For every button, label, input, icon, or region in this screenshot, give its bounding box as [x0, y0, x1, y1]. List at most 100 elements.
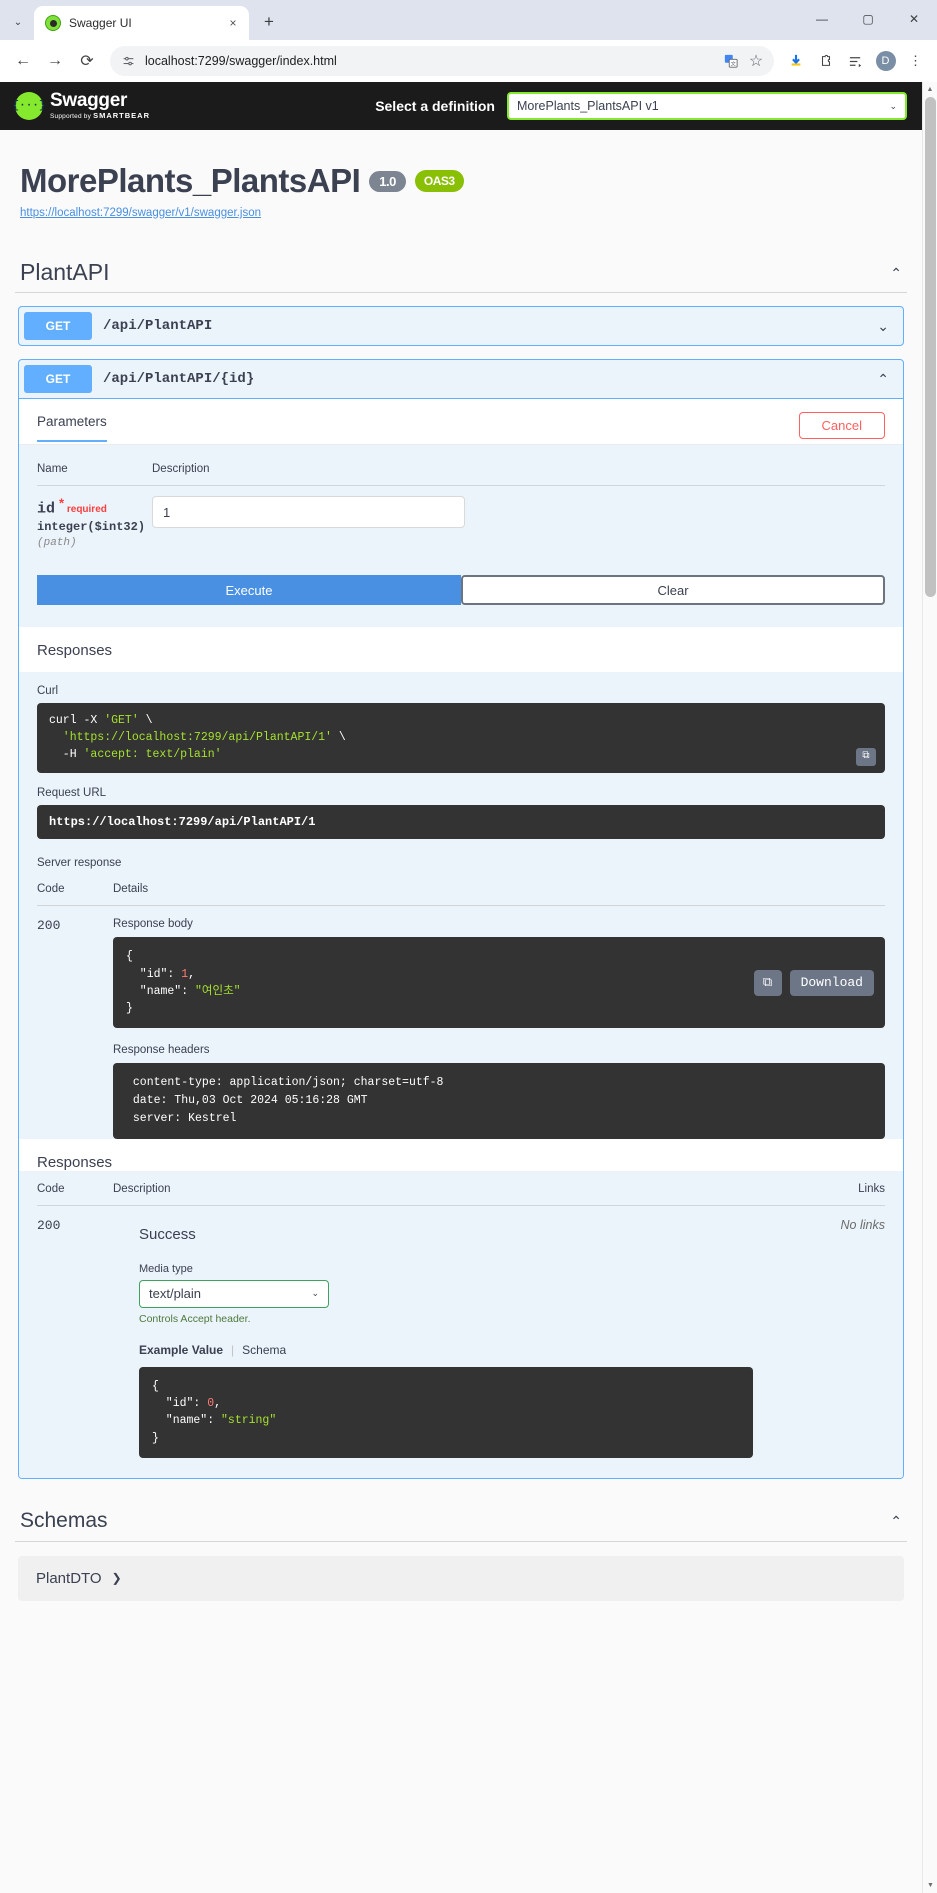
- spec-url-link[interactable]: https://localhost:7299/swagger/v1/swagge…: [20, 207, 902, 219]
- tab-strip: ⌄ Swagger UI × + — ▢ ✕: [0, 0, 937, 40]
- bookmark-star-icon[interactable]: ☆: [748, 53, 764, 70]
- live-response: Curl curl -X 'GET' \ 'https://localhost:…: [19, 672, 903, 1139]
- swagger-logo[interactable]: {···} Swagger Supported by SMARTBEAR: [13, 90, 150, 121]
- param-location: (path): [37, 537, 77, 550]
- copy-icon[interactable]: ⧉: [753, 969, 782, 996]
- api-title-text: MorePlants_PlantsAPI: [20, 162, 361, 199]
- media-type-hint: Controls Accept header.: [139, 1312, 251, 1325]
- back-button[interactable]: ←: [8, 46, 38, 76]
- select-definition-label: Select a definition: [375, 98, 495, 114]
- schemas-section: Schemas ⌃ PlantDTO ❯: [15, 1509, 907, 1601]
- swagger-favicon-icon: [45, 15, 61, 31]
- tag-name: PlantAPI: [20, 259, 110, 285]
- execute-button[interactable]: Execute: [37, 575, 461, 606]
- minimize-button[interactable]: —: [799, 0, 845, 38]
- page-scrollbar[interactable]: ▲ ▼: [922, 82, 937, 1893]
- new-tab-button[interactable]: +: [255, 8, 283, 36]
- window-close-button[interactable]: ✕: [891, 0, 937, 38]
- version-badge: 1.0: [369, 170, 406, 192]
- tab-parameters[interactable]: Parameters: [37, 414, 107, 442]
- chevron-up-icon[interactable]: ⌃: [890, 266, 902, 280]
- download-button[interactable]: Download: [789, 969, 874, 996]
- responses-heading-2: Responses: [37, 1153, 113, 1171]
- http-method-badge: GET: [24, 312, 92, 340]
- schemas-title: Schemas: [20, 1508, 108, 1532]
- definition-select[interactable]: MorePlants_PlantsAPI v1 ⌄: [507, 92, 907, 120]
- schema-model-plantdto[interactable]: PlantDTO ❯: [18, 1555, 904, 1601]
- media-type-select[interactable]: text/plain ⌄: [139, 1279, 329, 1308]
- copy-icon[interactable]: ⧉: [856, 748, 876, 767]
- response-headers-section: Response headers content-type: applicati…: [113, 1044, 885, 1139]
- tab-schema[interactable]: Schema: [242, 1343, 286, 1357]
- curl-label: Curl: [37, 685, 59, 698]
- swagger-logo-icon: {···}: [13, 92, 46, 120]
- profile-avatar[interactable]: D: [872, 48, 899, 75]
- tag-header[interactable]: PlantAPI ⌃: [15, 259, 907, 293]
- swagger-logo-text: Swagger: [50, 90, 128, 112]
- response-body-actions: ⧉ Download: [753, 969, 874, 996]
- param-id-input[interactable]: [152, 496, 465, 528]
- responses-title-bar: Responses: [19, 627, 903, 673]
- media-type-value: text/plain: [149, 1286, 202, 1302]
- swagger-page: {···} Swagger Supported by SMARTBEAR Sel…: [0, 82, 922, 1893]
- scroll-up-arrow[interactable]: ▲: [923, 82, 937, 97]
- chevron-up-icon[interactable]: ⌃: [877, 371, 889, 388]
- browser-menu-icon[interactable]: ⋮: [902, 48, 929, 75]
- parameters-table: Name Description id * required integer($…: [37, 457, 885, 565]
- param-meta-cell: id * required integer($int32) (path): [37, 486, 152, 566]
- extensions-icon[interactable]: [812, 48, 839, 75]
- chevron-down-icon[interactable]: ⌄: [877, 318, 889, 335]
- reading-list-icon[interactable]: [842, 48, 869, 75]
- curl-line-2: 'https://localhost:7299/api/PlantAPI/1': [49, 731, 332, 744]
- operation-summary[interactable]: GET /api/PlantAPI/{id} ⌃: [19, 360, 903, 398]
- parameters-header: Parameters Cancel: [19, 399, 903, 445]
- api-info: MorePlants_PlantsAPI 1.0 OAS3 https://lo…: [15, 130, 907, 237]
- swagger-content: MorePlants_PlantsAPI 1.0 OAS3 https://lo…: [0, 130, 922, 1601]
- operation-summary[interactable]: GET /api/PlantAPI ⌄: [19, 307, 903, 345]
- page-info-icon[interactable]: [120, 53, 136, 69]
- browser-tab[interactable]: Swagger UI ×: [34, 6, 249, 40]
- scrollbar-thumb[interactable]: [925, 97, 936, 597]
- chevron-up-icon[interactable]: ⌃: [890, 1514, 902, 1528]
- col-header-links: Links: [753, 1180, 885, 1206]
- response-details-cell: Response body { "id": 1, "name": "여인초" }…: [113, 906, 885, 1139]
- operation-body: Parameters Cancel Name Description id * …: [19, 398, 903, 1478]
- col-header-code: Code: [37, 1180, 113, 1206]
- reload-button[interactable]: ⟳: [72, 46, 102, 76]
- param-name: id * required: [37, 496, 107, 518]
- media-type-wrap: Media type text/plain ⌄ Controls Accept …: [113, 1263, 754, 1458]
- spec-responses-body: Code Description Links 200 Success Media…: [19, 1170, 903, 1478]
- forward-button[interactable]: →: [40, 46, 70, 76]
- avatar-initial: D: [875, 51, 896, 71]
- definition-select-value: MorePlants_PlantsAPI v1: [517, 99, 659, 113]
- page-title: MorePlants_PlantsAPI 1.0 OAS3: [20, 162, 902, 200]
- param-type: integer($int32): [37, 520, 146, 535]
- curl-command-block: curl -X 'GET' \ 'https://localhost:7299/…: [37, 703, 885, 774]
- scroll-down-arrow[interactable]: ▼: [923, 1878, 937, 1893]
- cancel-button[interactable]: Cancel: [798, 411, 885, 439]
- spec-response-links-cell: No links: [753, 1205, 885, 1458]
- close-icon[interactable]: ×: [225, 15, 241, 31]
- response-body-label: Response body: [113, 918, 193, 931]
- chevron-right-icon: ❯: [111, 1571, 122, 1586]
- col-header-description: Description: [152, 457, 885, 486]
- clear-button[interactable]: Clear: [461, 575, 885, 606]
- param-input-cell: [152, 486, 885, 566]
- col-header-name: Name: [37, 457, 152, 486]
- downloads-icon[interactable]: [782, 48, 809, 75]
- window-controls: — ▢ ✕: [799, 0, 937, 38]
- translate-icon[interactable]: 文: [723, 53, 739, 69]
- request-url-section: Request URL https://localhost:7299/api/P…: [37, 787, 885, 840]
- no-links-text: No links: [840, 1217, 885, 1232]
- execute-clear-row: Execute Clear: [19, 565, 903, 628]
- parameters-table-wrap: Name Description id * required integer($…: [19, 445, 903, 566]
- table-row: 200 Success Media type text/plain ⌄ Cont…: [37, 1205, 885, 1458]
- tab-example-value[interactable]: Example Value: [139, 1343, 223, 1357]
- maximize-button[interactable]: ▢: [845, 0, 891, 38]
- col-header-code: Code: [37, 881, 113, 907]
- address-bar[interactable]: localhost:7299/swagger/index.html 文 ☆: [110, 46, 774, 76]
- schemas-header[interactable]: Schemas ⌃: [15, 1509, 907, 1542]
- response-description: Success: [139, 1225, 196, 1243]
- definition-selector-area: Select a definition MorePlants_PlantsAPI…: [375, 92, 907, 120]
- tab-search-icon[interactable]: ⌄: [4, 7, 32, 37]
